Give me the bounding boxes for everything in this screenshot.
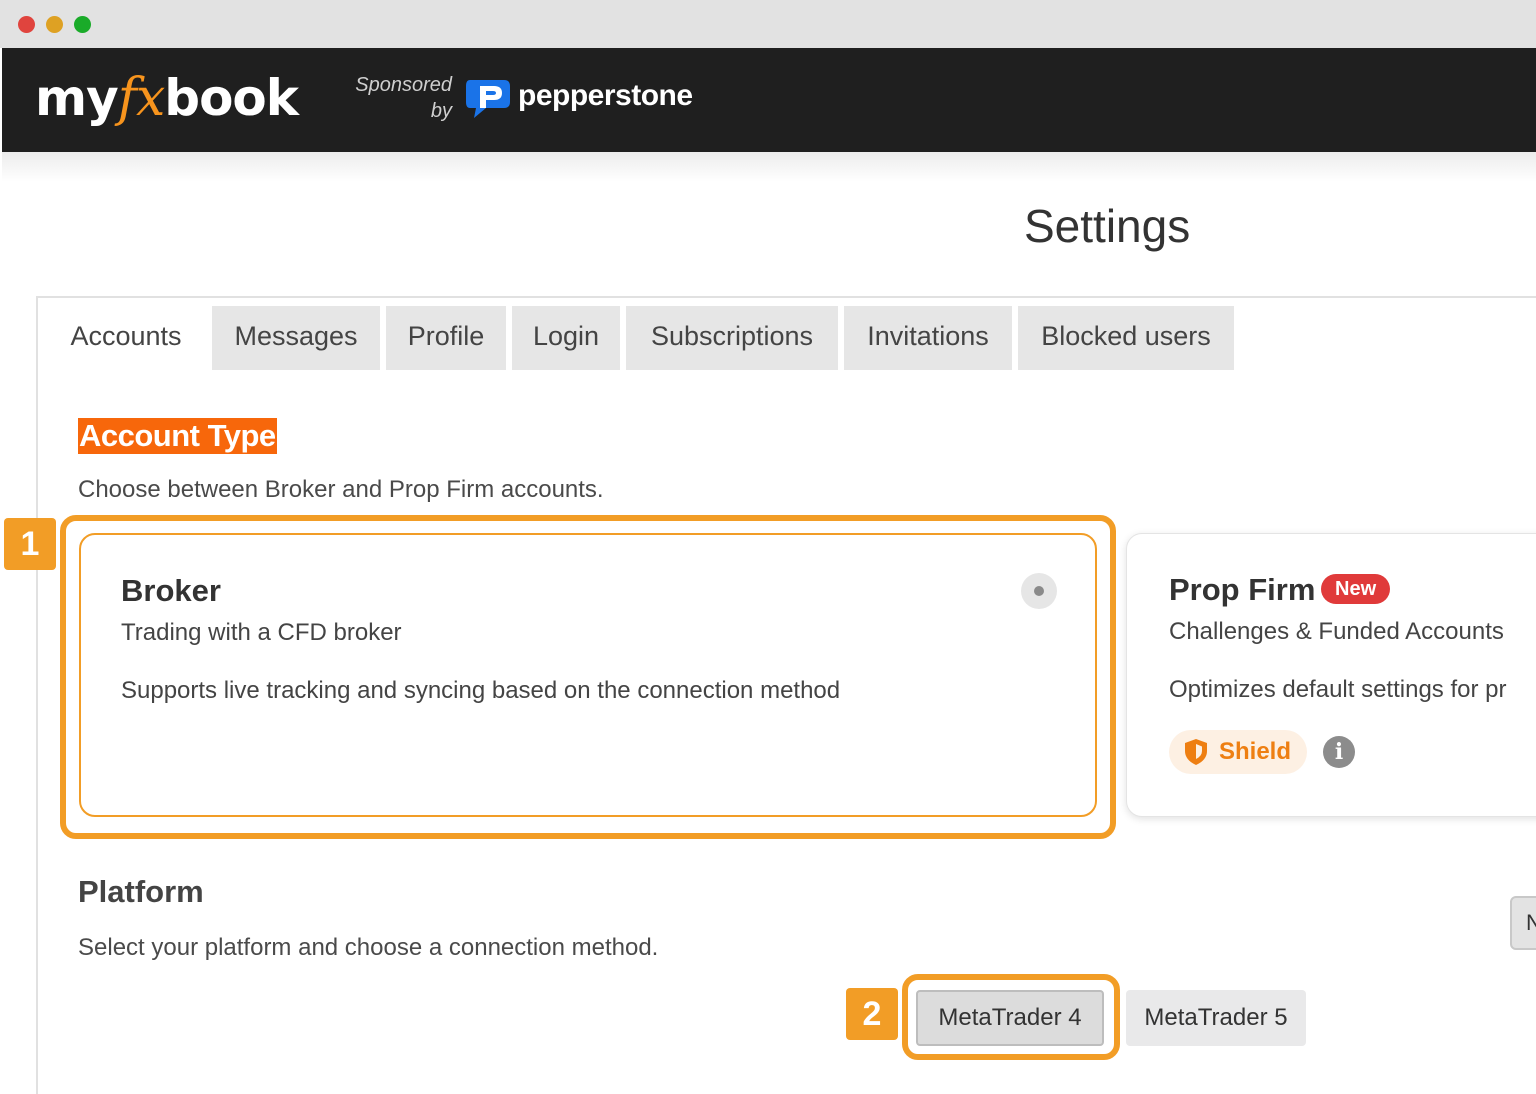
prop-firm-card-description: Optimizes default settings for pr (1169, 676, 1507, 703)
tab-subscriptions[interactable]: Subscriptions (626, 306, 838, 370)
broker-card-description: Supports live tracking and syncing based… (121, 677, 841, 704)
platform-heading: Platform (78, 874, 204, 909)
sponsored-label: Sponsored by (342, 72, 452, 124)
tab-messages[interactable]: Messages (212, 306, 380, 370)
callout-number-2: 2 (846, 988, 898, 1040)
prop-firm-card-title: Prop Firm (1169, 572, 1316, 607)
prop-firm-card-subtitle: Challenges & Funded Accounts (1169, 618, 1504, 645)
info-icon[interactable]: i (1323, 736, 1355, 768)
sponsored-line-1: Sponsored (355, 74, 452, 96)
browser-window: myfxbook Sponsored by pepperstone Settin… (2, 48, 1536, 1094)
tab-login[interactable]: Login (512, 306, 620, 370)
window-titlebar (0, 0, 1536, 48)
account-type-heading: Account Type (78, 418, 277, 454)
shield-badge[interactable]: Shield (1169, 730, 1308, 774)
pepperstone-logo-icon[interactable] (464, 76, 512, 120)
tab-invitations[interactable]: Invitations (844, 306, 1012, 370)
broker-card-title: Broker (121, 573, 221, 608)
metatrader-4-button[interactable]: MetaTrader 4 (916, 990, 1104, 1046)
maximize-window-icon[interactable] (74, 16, 91, 33)
myfxbook-logo[interactable]: myfxbook (35, 68, 299, 130)
new-badge: New (1321, 574, 1391, 604)
pepperstone-name[interactable]: pepperstone (518, 76, 693, 116)
metatrader-5-button[interactable]: MetaTrader 5 (1126, 990, 1306, 1046)
shield-icon (1185, 739, 1207, 765)
partially-visible-button[interactable]: N (1510, 896, 1536, 950)
tab-accounts[interactable]: Accounts (46, 306, 206, 370)
broker-radio-button[interactable] (1021, 573, 1057, 609)
minimize-window-icon[interactable] (46, 16, 63, 33)
site-header: myfxbook Sponsored by pepperstone (2, 48, 1536, 152)
platform-description: Select your platform and choose a connec… (78, 934, 659, 961)
shield-label: Shield (1219, 738, 1292, 765)
prop-firm-account-card[interactable]: Prop Firm New Challenges & Funded Accoun… (1126, 533, 1536, 817)
sponsored-line-2: by (430, 100, 452, 122)
tab-blocked-users[interactable]: Blocked users (1018, 306, 1234, 370)
page-title: Settings (1024, 200, 1191, 252)
logo-text-book: book (164, 69, 299, 127)
broker-account-card[interactable]: Broker Trading with a CFD broker Support… (79, 533, 1097, 817)
callout-number-1: 1 (4, 518, 56, 570)
broker-card-subtitle: Trading with a CFD broker (121, 619, 402, 646)
logo-text-my: my (35, 69, 119, 127)
tab-profile[interactable]: Profile (386, 306, 506, 370)
header-shadow (2, 152, 1536, 182)
close-window-icon[interactable] (18, 16, 35, 33)
logo-text-fx: fx (117, 68, 166, 128)
account-type-description: Choose between Broker and Prop Firm acco… (78, 476, 604, 503)
